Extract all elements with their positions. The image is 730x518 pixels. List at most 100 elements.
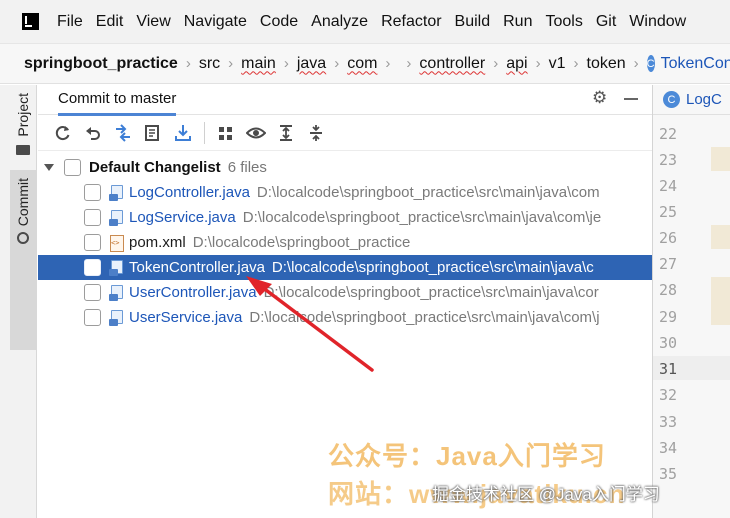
java-file-icon [109, 309, 123, 326]
breadcrumb-com[interactable]: com [347, 55, 377, 73]
menu-edit[interactable]: Edit [96, 13, 124, 31]
file-path: D:\localcode\springboot_practice\src\mai… [242, 209, 602, 226]
code-highlight [711, 147, 730, 171]
xml-file-icon [109, 234, 124, 252]
chevron-right-icon: › [493, 55, 499, 72]
diff-icon[interactable] [108, 119, 138, 147]
chevron-right-icon: › [228, 55, 234, 72]
intellij-logo-icon [22, 13, 39, 30]
commit-tab-label: Commit [15, 178, 31, 227]
chevron-right-icon: › [535, 55, 541, 72]
file-checkbox[interactable] [84, 284, 101, 301]
code-highlight [711, 277, 730, 325]
folder-icon [16, 144, 30, 155]
file-name[interactable]: UserService.java [129, 309, 242, 326]
line-number: 32 [659, 386, 678, 404]
breadcrumb: springboot_practice › src › main › java … [0, 44, 730, 84]
gear-icon[interactable] [592, 88, 608, 108]
breadcrumb-api[interactable]: api [506, 55, 527, 73]
file-row-selected[interactable]: TokenController.java D:\localcode\spring… [38, 255, 652, 280]
file-row[interactable]: LogController.java D:\localcode\springbo… [38, 180, 652, 205]
chevron-right-icon: › [385, 55, 391, 72]
rollback-icon[interactable] [78, 119, 108, 147]
class-icon: C [663, 91, 680, 108]
chevron-right-icon: › [283, 55, 289, 72]
line-number: 28 [659, 281, 678, 299]
menu-refactor[interactable]: Refactor [381, 13, 441, 31]
breadcrumb-project[interactable]: springboot_practice [24, 55, 178, 73]
changelist-checkbox[interactable] [64, 159, 81, 176]
file-name[interactable]: TokenController.java [129, 259, 265, 276]
menu-file[interactable]: File [57, 13, 83, 31]
file-row[interactable]: LogService.java D:\localcode\springboot_… [38, 205, 652, 230]
menu-tools[interactable]: Tools [545, 13, 582, 31]
file-path: D:\localcode\springboot_practice\src\mai… [271, 259, 594, 276]
project-tool-tab[interactable]: Project [10, 85, 36, 165]
java-file-icon [109, 259, 123, 276]
file-row[interactable]: UserService.java D:\localcode\springboot… [38, 305, 652, 330]
menu-bar: File Edit View Navigate Code Analyze Ref… [0, 0, 730, 44]
watermark-wechat: 公众号：Java入门学习 [328, 441, 606, 471]
file-path: D:\localcode\springboot_practice\src\mai… [256, 184, 600, 201]
changelist-icon[interactable] [138, 119, 168, 147]
file-path: D:\localcode\springboot_practice [192, 234, 411, 251]
collapse-all-icon[interactable] [301, 119, 331, 147]
menu-build[interactable]: Build [455, 13, 491, 31]
commit-tool-tab[interactable]: Commit [10, 170, 36, 350]
breadcrumb-java[interactable]: java [297, 55, 326, 73]
breadcrumb-src[interactable]: src [199, 55, 220, 73]
chevron-down-icon[interactable] [44, 163, 54, 173]
chevron-right-icon: › [633, 55, 639, 72]
breadcrumb-v1[interactable]: v1 [549, 55, 566, 73]
line-number: 35 [659, 465, 678, 483]
menu-run[interactable]: Run [503, 13, 532, 31]
file-name[interactable]: LogService.java [129, 209, 236, 226]
file-checkbox[interactable] [84, 259, 101, 276]
project-tab-label: Project [15, 93, 31, 137]
line-number: 23 [659, 151, 678, 169]
file-name[interactable]: pom.xml [129, 234, 186, 251]
chevron-right-icon: › [334, 55, 340, 72]
update-icon[interactable] [168, 119, 198, 147]
minimize-icon[interactable] [624, 98, 638, 100]
commit-panel-header: Commit to master [38, 84, 652, 116]
file-row[interactable]: pom.xml D:\localcode\springboot_practice [38, 230, 652, 255]
file-name[interactable]: UserController.java [129, 284, 257, 301]
commit-icon [17, 232, 29, 245]
breadcrumb-class[interactable]: TokenController [661, 55, 730, 73]
refresh-icon[interactable] [48, 119, 78, 147]
expand-all-icon[interactable] [271, 119, 301, 147]
menu-code[interactable]: Code [260, 13, 298, 31]
watermark-overlay: 掘金技术社区 @Java入门学习 [432, 485, 660, 504]
chevron-right-icon: › [185, 55, 191, 72]
eye-icon[interactable] [241, 119, 271, 147]
line-number: 26 [659, 229, 678, 247]
file-checkbox[interactable] [84, 234, 101, 251]
group-by-icon[interactable] [211, 119, 241, 147]
menu-analyze[interactable]: Analyze [311, 13, 368, 31]
breadcrumb-token[interactable]: token [587, 55, 626, 73]
menu-view[interactable]: View [136, 13, 170, 31]
menu-git[interactable]: Git [596, 13, 616, 31]
file-checkbox[interactable] [84, 184, 101, 201]
file-checkbox[interactable] [84, 309, 101, 326]
breadcrumb-main[interactable]: main [241, 55, 276, 73]
chevron-right-icon: › [573, 55, 579, 72]
changelist-row[interactable]: Default Changelist 6 files [38, 155, 652, 180]
line-number: 22 [659, 125, 678, 143]
file-path: D:\localcode\springboot_practice\src\mai… [263, 284, 599, 301]
line-number: 34 [659, 439, 678, 457]
file-row[interactable]: UserController.java D:\localcode\springb… [38, 280, 652, 305]
java-file-icon [109, 284, 123, 301]
menu-navigate[interactable]: Navigate [184, 13, 247, 31]
breadcrumb-controller[interactable]: controller [419, 55, 485, 73]
file-checkbox[interactable] [84, 209, 101, 226]
line-number: 24 [659, 177, 678, 195]
file-name[interactable]: LogController.java [129, 184, 250, 201]
line-number: 27 [659, 255, 678, 273]
menu-window[interactable]: Window [629, 13, 686, 31]
editor-tab[interactable]: C LogC [653, 85, 730, 115]
changelist-count: 6 files [227, 159, 267, 176]
line-number-current: 31 [659, 360, 678, 378]
commit-panel-title[interactable]: Commit to master [58, 84, 177, 116]
